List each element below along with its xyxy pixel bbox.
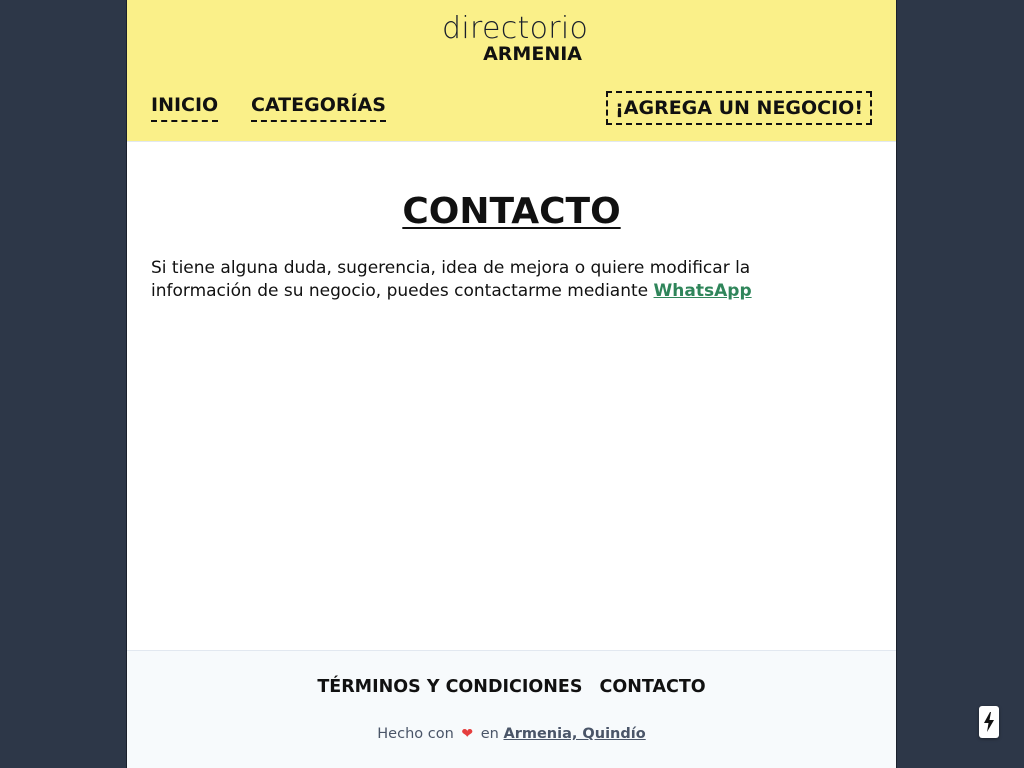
page-title-text: CONTACTO xyxy=(402,191,621,232)
footer-link-contact[interactable]: CONTACTO xyxy=(600,677,706,697)
made-with-love: Hecho con ❤ en Armenia, Quindío xyxy=(127,726,896,742)
site-header: directorio ARMENIA INICIO CATEGORÍAS ¡AG… xyxy=(127,0,896,142)
logo-text-top: directorio xyxy=(442,11,589,46)
lightning-bolt-icon xyxy=(984,712,994,732)
logo-text-bottom: ARMENIA xyxy=(483,43,582,65)
whatsapp-link[interactable]: WhatsApp xyxy=(654,281,752,301)
main-content: CONTACTO Si tiene alguna duda, sugerenci… xyxy=(127,142,896,650)
contact-paragraph: Si tiene alguna duda, sugerencia, idea d… xyxy=(151,257,831,303)
site-logo[interactable]: directorio ARMENIA xyxy=(442,11,589,65)
nav-link-categorias[interactable]: CATEGORÍAS xyxy=(251,93,386,122)
heart-icon: ❤ xyxy=(461,726,474,742)
add-business-button[interactable]: ¡AGREGA UN NEGOCIO! xyxy=(606,91,872,125)
nav-link-inicio[interactable]: INICIO xyxy=(151,93,219,122)
footer-links: TÉRMINOS Y CONDICIONES CONTACTO xyxy=(127,677,896,697)
page-container: directorio ARMENIA INICIO CATEGORÍAS ¡AG… xyxy=(127,0,896,768)
floating-bolt-button[interactable] xyxy=(979,706,999,738)
made-in-text: en xyxy=(480,726,499,742)
location-link[interactable]: Armenia, Quindío xyxy=(503,726,645,742)
page-title: CONTACTO xyxy=(127,192,896,232)
footer-link-terms[interactable]: TÉRMINOS Y CONDICIONES xyxy=(317,677,582,697)
made-with-text: Hecho con xyxy=(377,726,454,742)
site-footer: TÉRMINOS Y CONDICIONES CONTACTO Hecho co… xyxy=(127,650,896,768)
